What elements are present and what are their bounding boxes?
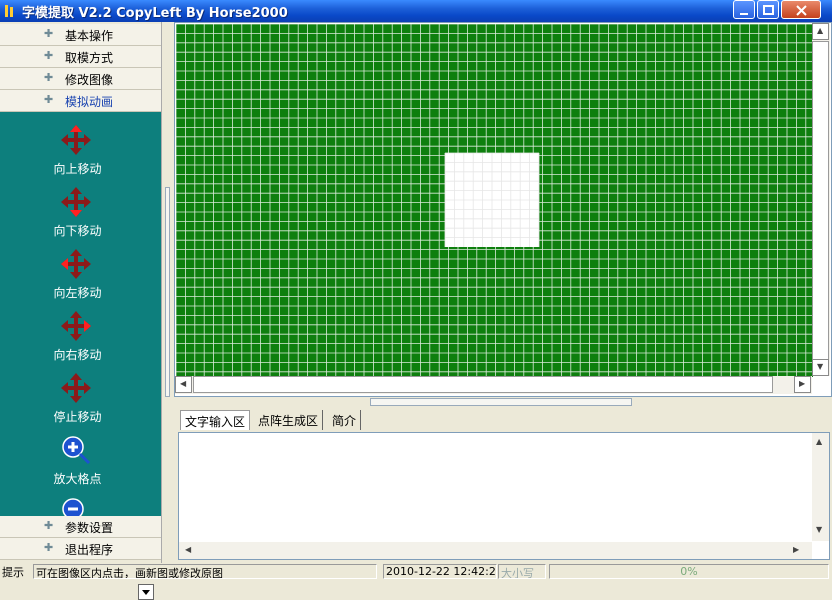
move-down-label: 向下移动 bbox=[53, 224, 102, 238]
tab-intro[interactable]: 简介 bbox=[328, 410, 362, 430]
move-up-label: 向上移动 bbox=[53, 162, 102, 176]
move-right-label: 向右移动 bbox=[53, 348, 102, 362]
move-right-icon bbox=[61, 311, 91, 341]
vertical-scroll-thumb[interactable] bbox=[812, 41, 829, 361]
grid-vertical-scrollbar[interactable]: ▲ ▼ bbox=[812, 23, 830, 376]
move-stop-label: 停止移动 bbox=[53, 410, 102, 424]
menu-params-label: 参数设置 bbox=[65, 521, 114, 535]
scroll-down-button[interactable]: ▼ bbox=[812, 359, 829, 376]
text-horizontal-scrollbar[interactable]: ◀ ▶ bbox=[179, 542, 812, 559]
zoom-out-button[interactable] bbox=[0, 496, 161, 516]
status-hint-text: 可在图像区内点击，画新图或修改原图 bbox=[33, 564, 377, 579]
move-left-button[interactable]: 向左移动 bbox=[0, 248, 161, 308]
menu-edit-image[interactable]: ✚ 修改图像 bbox=[0, 68, 161, 90]
grid-canvas-frame bbox=[174, 22, 832, 397]
menu-mode-label: 取模方式 bbox=[65, 51, 114, 65]
arrow-down-icon: ▼ bbox=[817, 362, 824, 371]
splitter-grip[interactable] bbox=[165, 187, 170, 397]
menu-edit-image-label: 修改图像 bbox=[65, 73, 114, 87]
plus-icon: ✚ bbox=[44, 519, 54, 532]
arrow-right-icon: ▶ bbox=[799, 379, 806, 388]
maximize-button[interactable] bbox=[757, 0, 779, 19]
minimize-button[interactable] bbox=[733, 0, 755, 19]
zoom-out-icon bbox=[62, 498, 84, 516]
status-bar: 提示 可在图像区内点击，画新图或修改原图 2010-12-22 12:42:29… bbox=[0, 563, 832, 579]
plus-icon: ✚ bbox=[44, 71, 54, 84]
arrow-down-icon: ▼ bbox=[816, 525, 823, 534]
tab-bar: 文字输入区 点阵生成区 简介 bbox=[174, 406, 832, 432]
tab-dot-matrix[interactable]: 点阵生成区 bbox=[254, 410, 324, 430]
menu-exit-label: 退出程序 bbox=[65, 543, 114, 557]
tab-text-input[interactable]: 文字输入区 bbox=[180, 410, 251, 430]
horizontal-splitter[interactable] bbox=[370, 398, 632, 406]
plus-icon: ✚ bbox=[44, 49, 54, 62]
move-down-icon bbox=[61, 187, 91, 217]
text-input-area[interactable]: ▲ ▼ ◀ ▶ bbox=[178, 432, 830, 560]
move-stop-icon bbox=[61, 373, 91, 403]
menu-exit[interactable]: ✚ 退出程序 bbox=[0, 538, 161, 560]
left-panel: ✚ 基本操作 ✚ 取模方式 ✚ 修改图像 ✚ 模拟动画 向上移动 向下移动 向左… bbox=[0, 22, 162, 600]
scroll-up-button[interactable]: ▲ bbox=[812, 23, 829, 40]
move-stop-button[interactable]: 停止移动 bbox=[0, 372, 161, 432]
chevron-down-icon bbox=[142, 590, 150, 595]
window-title: 字模提取 V2.2 CopyLeft By Horse2000 bbox=[22, 6, 288, 21]
app-icon bbox=[5, 5, 13, 17]
move-left-label: 向左移动 bbox=[53, 286, 102, 300]
arrow-up-icon: ▲ bbox=[816, 437, 823, 446]
grid-horizontal-scrollbar[interactable]: ◀ ▶ bbox=[175, 376, 812, 394]
move-down-button[interactable]: 向下移动 bbox=[0, 186, 161, 246]
zoom-in-icon bbox=[62, 436, 91, 465]
move-left-icon bbox=[61, 249, 91, 279]
status-datetime: 2010-12-22 12:42:29 bbox=[383, 564, 497, 579]
zoom-in-label: 放大格点 bbox=[53, 472, 102, 486]
scroll-down-button[interactable] bbox=[138, 584, 154, 600]
menu-animate-label: 模拟动画 bbox=[65, 95, 114, 109]
title-bar[interactable]: 字模提取 V2.2 CopyLeft By Horse2000 bbox=[0, 0, 832, 22]
pixel-grid[interactable] bbox=[176, 24, 813, 377]
menu-params[interactable]: ✚ 参数设置 bbox=[0, 516, 161, 538]
status-progress: 0% bbox=[549, 564, 829, 579]
menu-animate[interactable]: ✚ 模拟动画 bbox=[0, 90, 161, 112]
status-caps: 大小写 bbox=[498, 564, 546, 579]
arrow-up-icon: ▲ bbox=[817, 26, 824, 35]
scroll-left-button[interactable]: ◀ bbox=[175, 376, 192, 393]
app-window: 字模提取 V2.2 CopyLeft By Horse2000 ✚ 基本操作 ✚… bbox=[0, 0, 832, 600]
move-up-icon bbox=[61, 125, 91, 155]
vertical-splitter[interactable] bbox=[162, 22, 174, 563]
arrow-right-icon: ▶ bbox=[793, 545, 800, 554]
arrow-left-icon: ◀ bbox=[185, 545, 192, 554]
close-button[interactable] bbox=[781, 0, 821, 19]
move-right-button[interactable]: 向右移动 bbox=[0, 310, 161, 370]
menu-basic-label: 基本操作 bbox=[65, 29, 114, 43]
menu-basic[interactable]: ✚ 基本操作 bbox=[0, 24, 161, 46]
arrow-left-icon: ◀ bbox=[180, 379, 187, 388]
move-up-button[interactable]: 向上移动 bbox=[0, 124, 161, 184]
animation-panel: 向上移动 向下移动 向左移动 向右移动 停止移动 放大格点 bbox=[0, 112, 161, 600]
plus-icon: ✚ bbox=[44, 541, 54, 554]
horizontal-scroll-thumb[interactable] bbox=[193, 376, 773, 393]
plus-icon: ✚ bbox=[44, 93, 54, 106]
menu-mode[interactable]: ✚ 取模方式 bbox=[0, 46, 161, 68]
plus-icon: ✚ bbox=[44, 27, 54, 40]
text-vertical-scrollbar[interactable]: ▲ ▼ bbox=[812, 433, 829, 541]
status-hint-label: 提示 bbox=[2, 566, 24, 579]
zoom-in-button[interactable]: 放大格点 bbox=[0, 434, 161, 494]
scroll-right-button[interactable]: ▶ bbox=[794, 376, 811, 393]
